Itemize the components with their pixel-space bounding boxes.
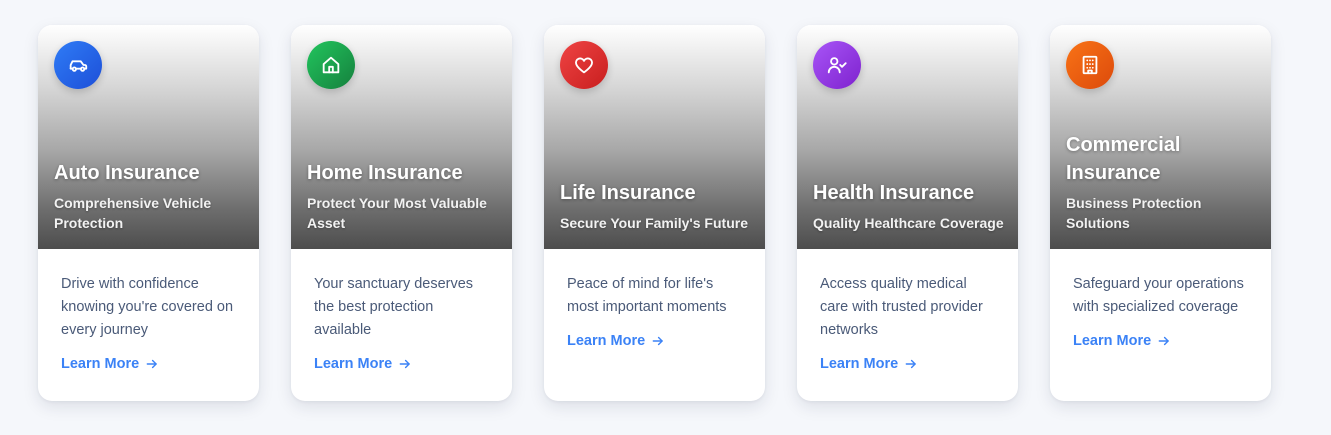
learn-more-label: Learn More bbox=[61, 356, 140, 372]
card-title: Auto Insurance bbox=[54, 162, 200, 184]
card-subtitle: Quality Healthcare Coverage bbox=[813, 215, 1004, 231]
card-hero: Health Insurance Quality Healthcare Cove… bbox=[797, 25, 1018, 249]
card-subtitle: Comprehensive Vehicle Protection bbox=[54, 195, 212, 231]
learn-more-label: Learn More bbox=[820, 356, 899, 372]
card-hero: Life Insurance Secure Your Family's Futu… bbox=[544, 25, 765, 249]
insurance-cards: Auto Insurance Comprehensive Vehicle Pro… bbox=[38, 25, 1271, 401]
learn-more-link[interactable]: Learn More bbox=[1073, 333, 1171, 349]
card-description: Peace of mind for life's most important … bbox=[567, 276, 727, 315]
learn-more-link[interactable]: Learn More bbox=[820, 356, 918, 372]
card-hero: Home Insurance Protect Your Most Valuabl… bbox=[291, 25, 512, 249]
learn-more-link[interactable]: Learn More bbox=[61, 356, 159, 372]
heart-icon bbox=[560, 41, 608, 89]
learn-more-link[interactable]: Learn More bbox=[314, 356, 412, 372]
card-hero: Commercial Insurance Business Protection… bbox=[1050, 25, 1271, 249]
learn-more-label: Learn More bbox=[1073, 333, 1152, 349]
card-subtitle: Protect Your Most Valuable Asset bbox=[307, 195, 487, 231]
card-subtitle: Secure Your Family's Future bbox=[560, 215, 748, 231]
card-description: Access quality medical care with trusted… bbox=[820, 276, 983, 338]
learn-more-label: Learn More bbox=[567, 333, 646, 349]
card-subtitle: Business Protection Solutions bbox=[1066, 195, 1202, 231]
arrow-right-icon bbox=[399, 359, 410, 369]
card-title: Home Insurance bbox=[307, 162, 463, 184]
card-home-insurance: Home Insurance Protect Your Most Valuabl… bbox=[291, 25, 512, 401]
arrow-right-icon bbox=[652, 336, 663, 346]
card-description: Safeguard your operations with specializ… bbox=[1073, 276, 1244, 315]
card-life-insurance: Life Insurance Secure Your Family's Futu… bbox=[544, 25, 765, 401]
card-title: Health Insurance bbox=[813, 182, 975, 204]
card-title: Commercial Insurance bbox=[1066, 134, 1181, 184]
arrow-right-icon bbox=[1158, 336, 1169, 346]
arrow-right-icon bbox=[146, 359, 157, 369]
car-icon bbox=[54, 41, 102, 89]
card-title: Life Insurance bbox=[560, 182, 696, 204]
learn-more-label: Learn More bbox=[314, 356, 393, 372]
user-check-icon bbox=[813, 41, 861, 89]
card-health-insurance: Health Insurance Quality Healthcare Cove… bbox=[797, 25, 1018, 401]
card-auto-insurance: Auto Insurance Comprehensive Vehicle Pro… bbox=[38, 25, 259, 401]
card-hero: Auto Insurance Comprehensive Vehicle Pro… bbox=[38, 25, 259, 249]
card-description: Drive with confidence knowing you're cov… bbox=[61, 276, 234, 338]
card-description: Your sanctuary deserves the best protect… bbox=[314, 276, 474, 338]
card-commercial-insurance: Commercial Insurance Business Protection… bbox=[1050, 25, 1271, 401]
building-icon bbox=[1066, 41, 1114, 89]
arrow-right-icon bbox=[905, 359, 916, 369]
home-icon bbox=[307, 41, 355, 89]
learn-more-link[interactable]: Learn More bbox=[567, 333, 665, 349]
